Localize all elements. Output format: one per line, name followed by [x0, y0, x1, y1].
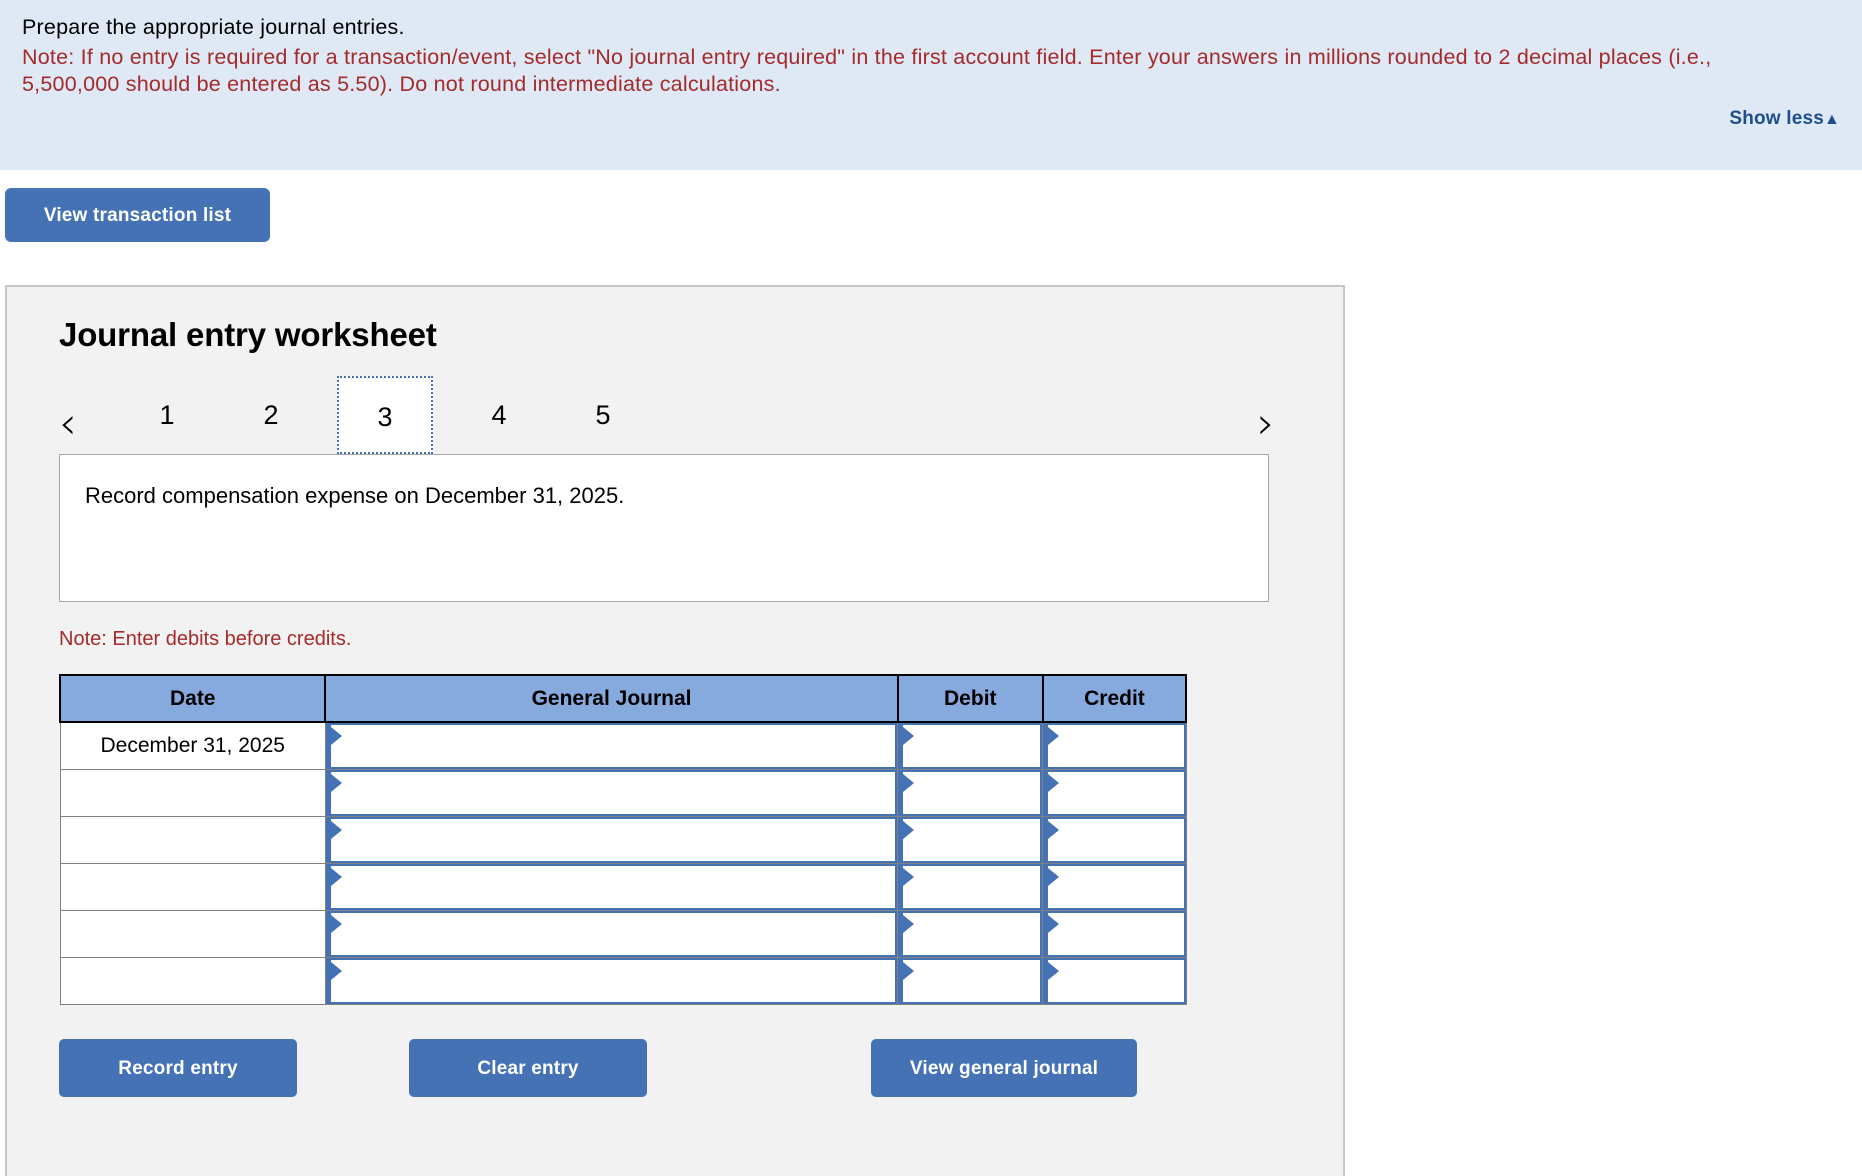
view-general-journal-button[interactable]: View general journal: [871, 1039, 1137, 1097]
table-row: [59, 957, 1187, 1005]
cell-credit-row-3[interactable]: [1042, 816, 1187, 864]
transaction-description-text: Record compensation expense on December …: [85, 483, 625, 508]
dropdown-triangle-icon: [330, 915, 342, 933]
cell-date-row-6: [59, 957, 326, 1005]
dropdown-triangle-icon: [903, 962, 915, 980]
debit-input-row-2[interactable]: [898, 770, 1043, 816]
account-select-row-3[interactable]: [325, 817, 898, 863]
cell-credit-row-6[interactable]: [1042, 957, 1187, 1005]
worksheet-pager: ‹ 1 2 3 4 5 ›: [7, 376, 1343, 454]
cell-debit-row-3[interactable]: [897, 816, 1044, 864]
account-select-row-5[interactable]: [325, 911, 898, 957]
credit-input-row-4[interactable]: [1043, 864, 1186, 910]
cell-date-row-3: [59, 816, 326, 864]
dropdown-triangle-icon: [1048, 962, 1060, 980]
caret-up-icon: ▲: [1823, 111, 1840, 128]
transaction-description-box: Record compensation expense on December …: [59, 454, 1269, 602]
cell-debit-row-1[interactable]: [897, 721, 1044, 770]
debit-input-row-4[interactable]: [898, 864, 1043, 910]
account-select-row-6[interactable]: [325, 958, 898, 1004]
debit-input-row-5[interactable]: [898, 911, 1043, 957]
dropdown-triangle-icon: [903, 915, 915, 933]
clear-entry-button[interactable]: Clear entry: [409, 1039, 647, 1097]
table-row: [59, 910, 1187, 958]
pager-page-1[interactable]: 1: [119, 376, 215, 454]
account-select-row-2[interactable]: [325, 770, 898, 816]
account-select-row-4[interactable]: [325, 864, 898, 910]
table-row: [59, 863, 1187, 911]
cell-general-journal-row-2[interactable]: [324, 769, 899, 817]
table-row: [59, 769, 1187, 817]
show-less-toggle[interactable]: Show less▲: [1729, 108, 1840, 130]
dropdown-triangle-icon: [1048, 915, 1060, 933]
cell-credit-row-1[interactable]: [1042, 721, 1187, 770]
dropdown-triangle-icon: [330, 774, 342, 792]
cell-debit-row-5[interactable]: [897, 910, 1044, 958]
cell-general-journal-row-6[interactable]: [324, 957, 899, 1005]
column-header-general-journal: General Journal: [324, 674, 899, 723]
instruction-banner: Prepare the appropriate journal entries.…: [0, 0, 1862, 170]
journal-entry-table: Date General Journal Debit Credit Decemb…: [58, 674, 1188, 1005]
table-row: [59, 816, 1187, 864]
cell-debit-row-6[interactable]: [897, 957, 1044, 1005]
worksheet-actions: Record entry Clear entry View general jo…: [59, 1039, 1343, 1099]
credit-input-row-5[interactable]: [1043, 911, 1186, 957]
view-transaction-list-button[interactable]: View transaction list: [5, 188, 270, 242]
credit-input-row-3[interactable]: [1043, 817, 1186, 863]
cell-general-journal-row-3[interactable]: [324, 816, 899, 864]
column-header-debit: Debit: [896, 674, 1044, 723]
cell-general-journal-row-1[interactable]: [324, 721, 899, 770]
column-header-date: Date: [58, 674, 327, 723]
cell-general-journal-row-4[interactable]: [324, 863, 899, 911]
record-entry-button[interactable]: Record entry: [59, 1039, 297, 1097]
cell-general-journal-row-5[interactable]: [324, 910, 899, 958]
dropdown-triangle-icon: [903, 821, 915, 839]
dropdown-triangle-icon: [1048, 727, 1060, 745]
cell-date-row-1: December 31, 2025: [59, 721, 326, 770]
dropdown-triangle-icon: [1048, 821, 1060, 839]
cell-date-row-4: [59, 863, 326, 911]
dropdown-triangle-icon: [1048, 868, 1060, 886]
credit-input-row-6[interactable]: [1043, 958, 1186, 1004]
pager-prev-icon[interactable]: ‹: [59, 402, 77, 446]
column-header-credit: Credit: [1041, 674, 1188, 723]
journal-entry-worksheet-panel: Journal entry worksheet ‹ 1 2 3 4 5 › Re…: [5, 285, 1345, 1176]
toolbar: View transaction list: [0, 170, 1862, 242]
cell-debit-row-4[interactable]: [897, 863, 1044, 911]
dropdown-triangle-icon: [330, 821, 342, 839]
dropdown-triangle-icon: [330, 868, 342, 886]
dropdown-triangle-icon: [330, 962, 342, 980]
instruction-note-text: Note: If no entry is required for a tran…: [22, 44, 1712, 97]
pager-page-4[interactable]: 4: [451, 376, 547, 454]
credit-input-row-1[interactable]: [1043, 723, 1186, 769]
pager-next-icon[interactable]: ›: [1257, 402, 1275, 446]
table-header-row: Date General Journal Debit Credit: [58, 674, 1188, 723]
cell-debit-row-2[interactable]: [897, 769, 1044, 817]
cell-credit-row-4[interactable]: [1042, 863, 1187, 911]
show-less-label: Show less: [1729, 108, 1824, 129]
dropdown-triangle-icon: [330, 727, 342, 745]
journal-table-wrapper: Date General Journal Debit Credit Decemb…: [58, 674, 1188, 1005]
debit-input-row-3[interactable]: [898, 817, 1043, 863]
dropdown-triangle-icon: [903, 868, 915, 886]
debit-input-row-6[interactable]: [898, 958, 1043, 1004]
instruction-text: Prepare the appropriate journal entries.: [22, 15, 405, 39]
credit-input-row-2[interactable]: [1043, 770, 1186, 816]
cell-credit-row-2[interactable]: [1042, 769, 1187, 817]
debit-input-row-1[interactable]: [898, 723, 1043, 769]
table-row: December 31, 2025: [59, 721, 1187, 770]
cell-credit-row-5[interactable]: [1042, 910, 1187, 958]
dropdown-triangle-icon: [903, 774, 915, 792]
cell-date-row-5: [59, 910, 326, 958]
dropdown-triangle-icon: [903, 727, 915, 745]
dropdown-triangle-icon: [1048, 774, 1060, 792]
pager-page-3[interactable]: 3: [337, 376, 433, 454]
pager-page-5[interactable]: 5: [555, 376, 651, 454]
debit-before-credit-note: Note: Enter debits before credits.: [59, 628, 352, 650]
cell-date-row-2: [59, 769, 326, 817]
worksheet-title: Journal entry worksheet: [59, 316, 437, 353]
account-select-row-1[interactable]: [325, 723, 898, 769]
pager-page-2[interactable]: 2: [223, 376, 319, 454]
